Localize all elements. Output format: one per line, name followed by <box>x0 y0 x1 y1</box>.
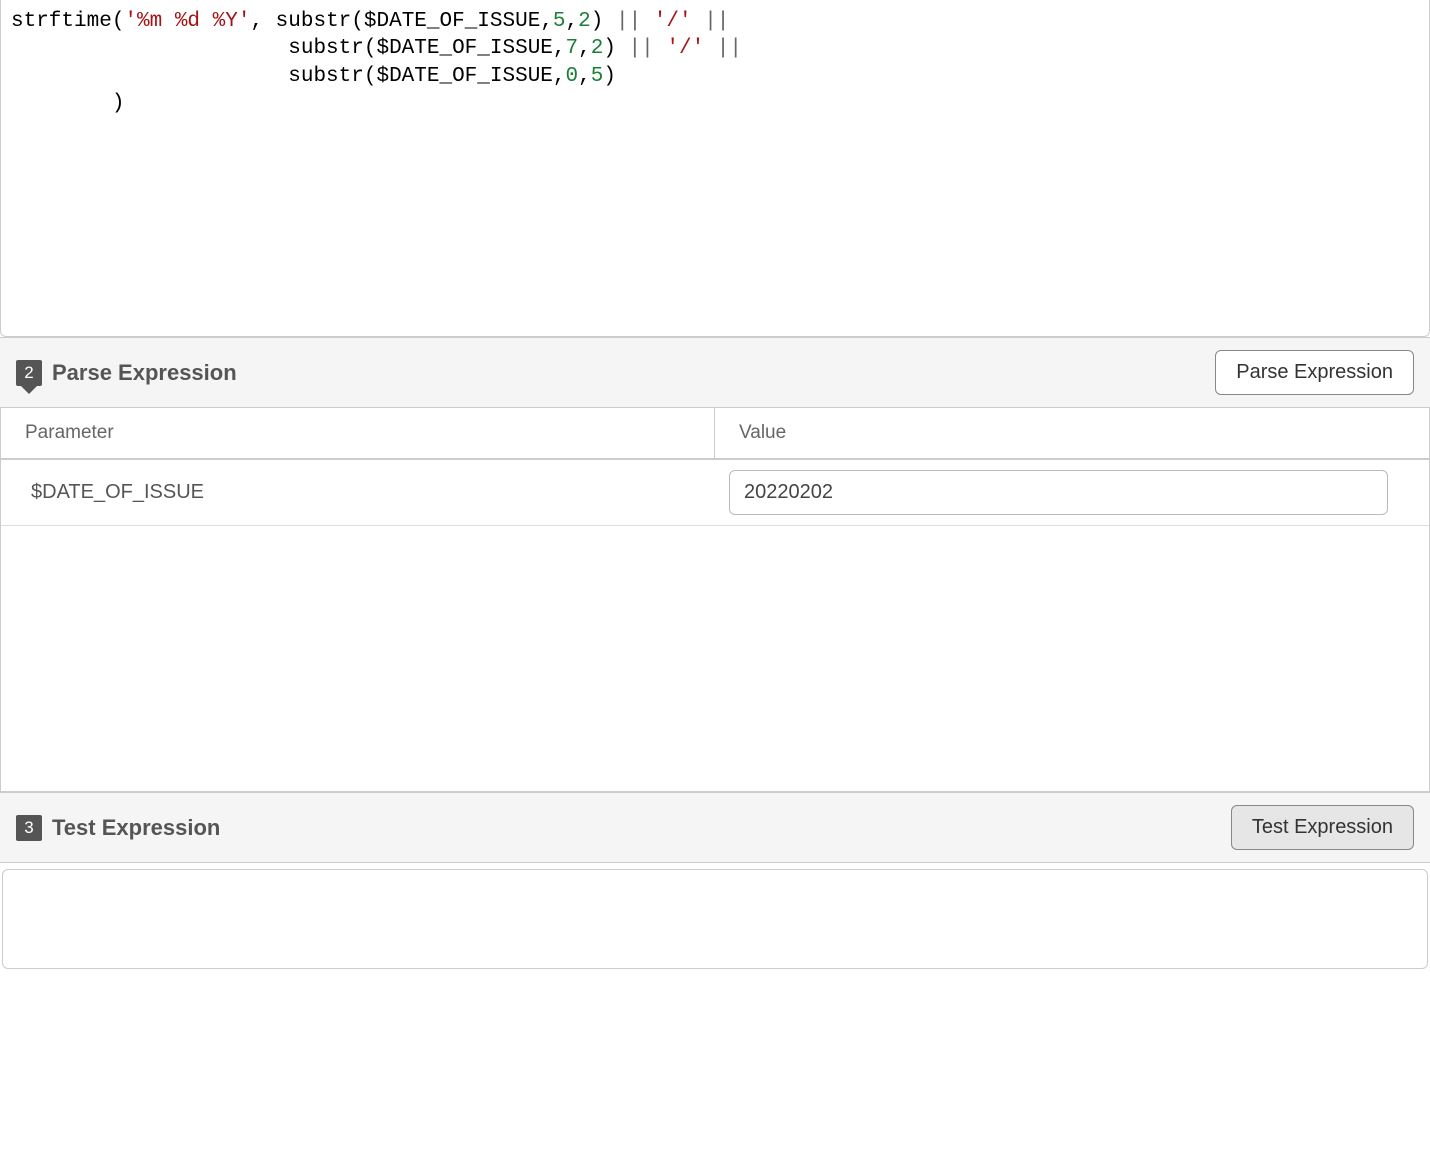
parameter-table: Parameter Value $DATE_OF_ISSUE <box>0 408 1430 792</box>
test-output-area <box>2 869 1428 969</box>
code-token: ) <box>591 10 616 33</box>
code-token: strftime( <box>11 10 124 33</box>
parameter-name: $DATE_OF_ISSUE <box>1 467 715 518</box>
table-row: $DATE_OF_ISSUE <box>1 460 1429 526</box>
code-pad <box>11 37 288 60</box>
step-badge-3: 3 <box>16 815 42 841</box>
parameter-value-input[interactable] <box>729 470 1388 515</box>
code-token-num: 2 <box>578 10 591 33</box>
code-token: , <box>250 10 275 33</box>
code-token: , <box>578 37 591 60</box>
step-badge-2: 2 <box>16 360 42 386</box>
code-token: ) <box>603 37 628 60</box>
section-test-expression-header: 3 Test Expression Test Expression <box>0 792 1430 863</box>
parameter-table-header: Parameter Value <box>1 408 1429 460</box>
code-token-string: '/' <box>641 10 704 33</box>
code-token-num: 5 <box>553 10 566 33</box>
section-title: Parse Expression <box>52 360 237 386</box>
code-token: ) <box>112 92 125 115</box>
code-token: ) <box>603 65 616 88</box>
code-editor[interactable]: strftime('%m %d %Y', substr($DATE_OF_ISS… <box>0 0 1430 337</box>
section-parse-expression-header: 2 Parse Expression Parse Expression <box>0 337 1430 408</box>
column-header-value: Value <box>715 408 1429 458</box>
column-header-parameter: Parameter <box>1 408 715 458</box>
code-token-op: || <box>704 10 729 33</box>
parameter-table-empty-area <box>1 526 1429 791</box>
code-token: substr($DATE_OF_ISSUE, <box>288 37 565 60</box>
step-number: 2 <box>24 363 33 383</box>
code-token-string: '/' <box>654 37 717 60</box>
code-token-num: 0 <box>566 65 579 88</box>
code-pad <box>11 65 288 88</box>
code-token-op: || <box>717 37 742 60</box>
parse-expression-button[interactable]: Parse Expression <box>1215 350 1414 395</box>
code-token: , <box>566 10 579 33</box>
code-pad <box>11 92 112 115</box>
code-token-num: 7 <box>566 37 579 60</box>
code-token-string: '%m %d %Y' <box>124 10 250 33</box>
code-token: substr($DATE_OF_ISSUE, <box>288 65 565 88</box>
section-title: Test Expression <box>52 815 220 841</box>
code-token: substr($DATE_OF_ISSUE, <box>276 10 553 33</box>
step-number: 3 <box>24 818 33 838</box>
test-expression-button[interactable]: Test Expression <box>1231 805 1414 850</box>
code-token-op: || <box>629 37 654 60</box>
code-token: , <box>578 65 591 88</box>
code-token-num: 2 <box>591 37 604 60</box>
code-token-op: || <box>616 10 641 33</box>
code-token-num: 5 <box>591 65 604 88</box>
